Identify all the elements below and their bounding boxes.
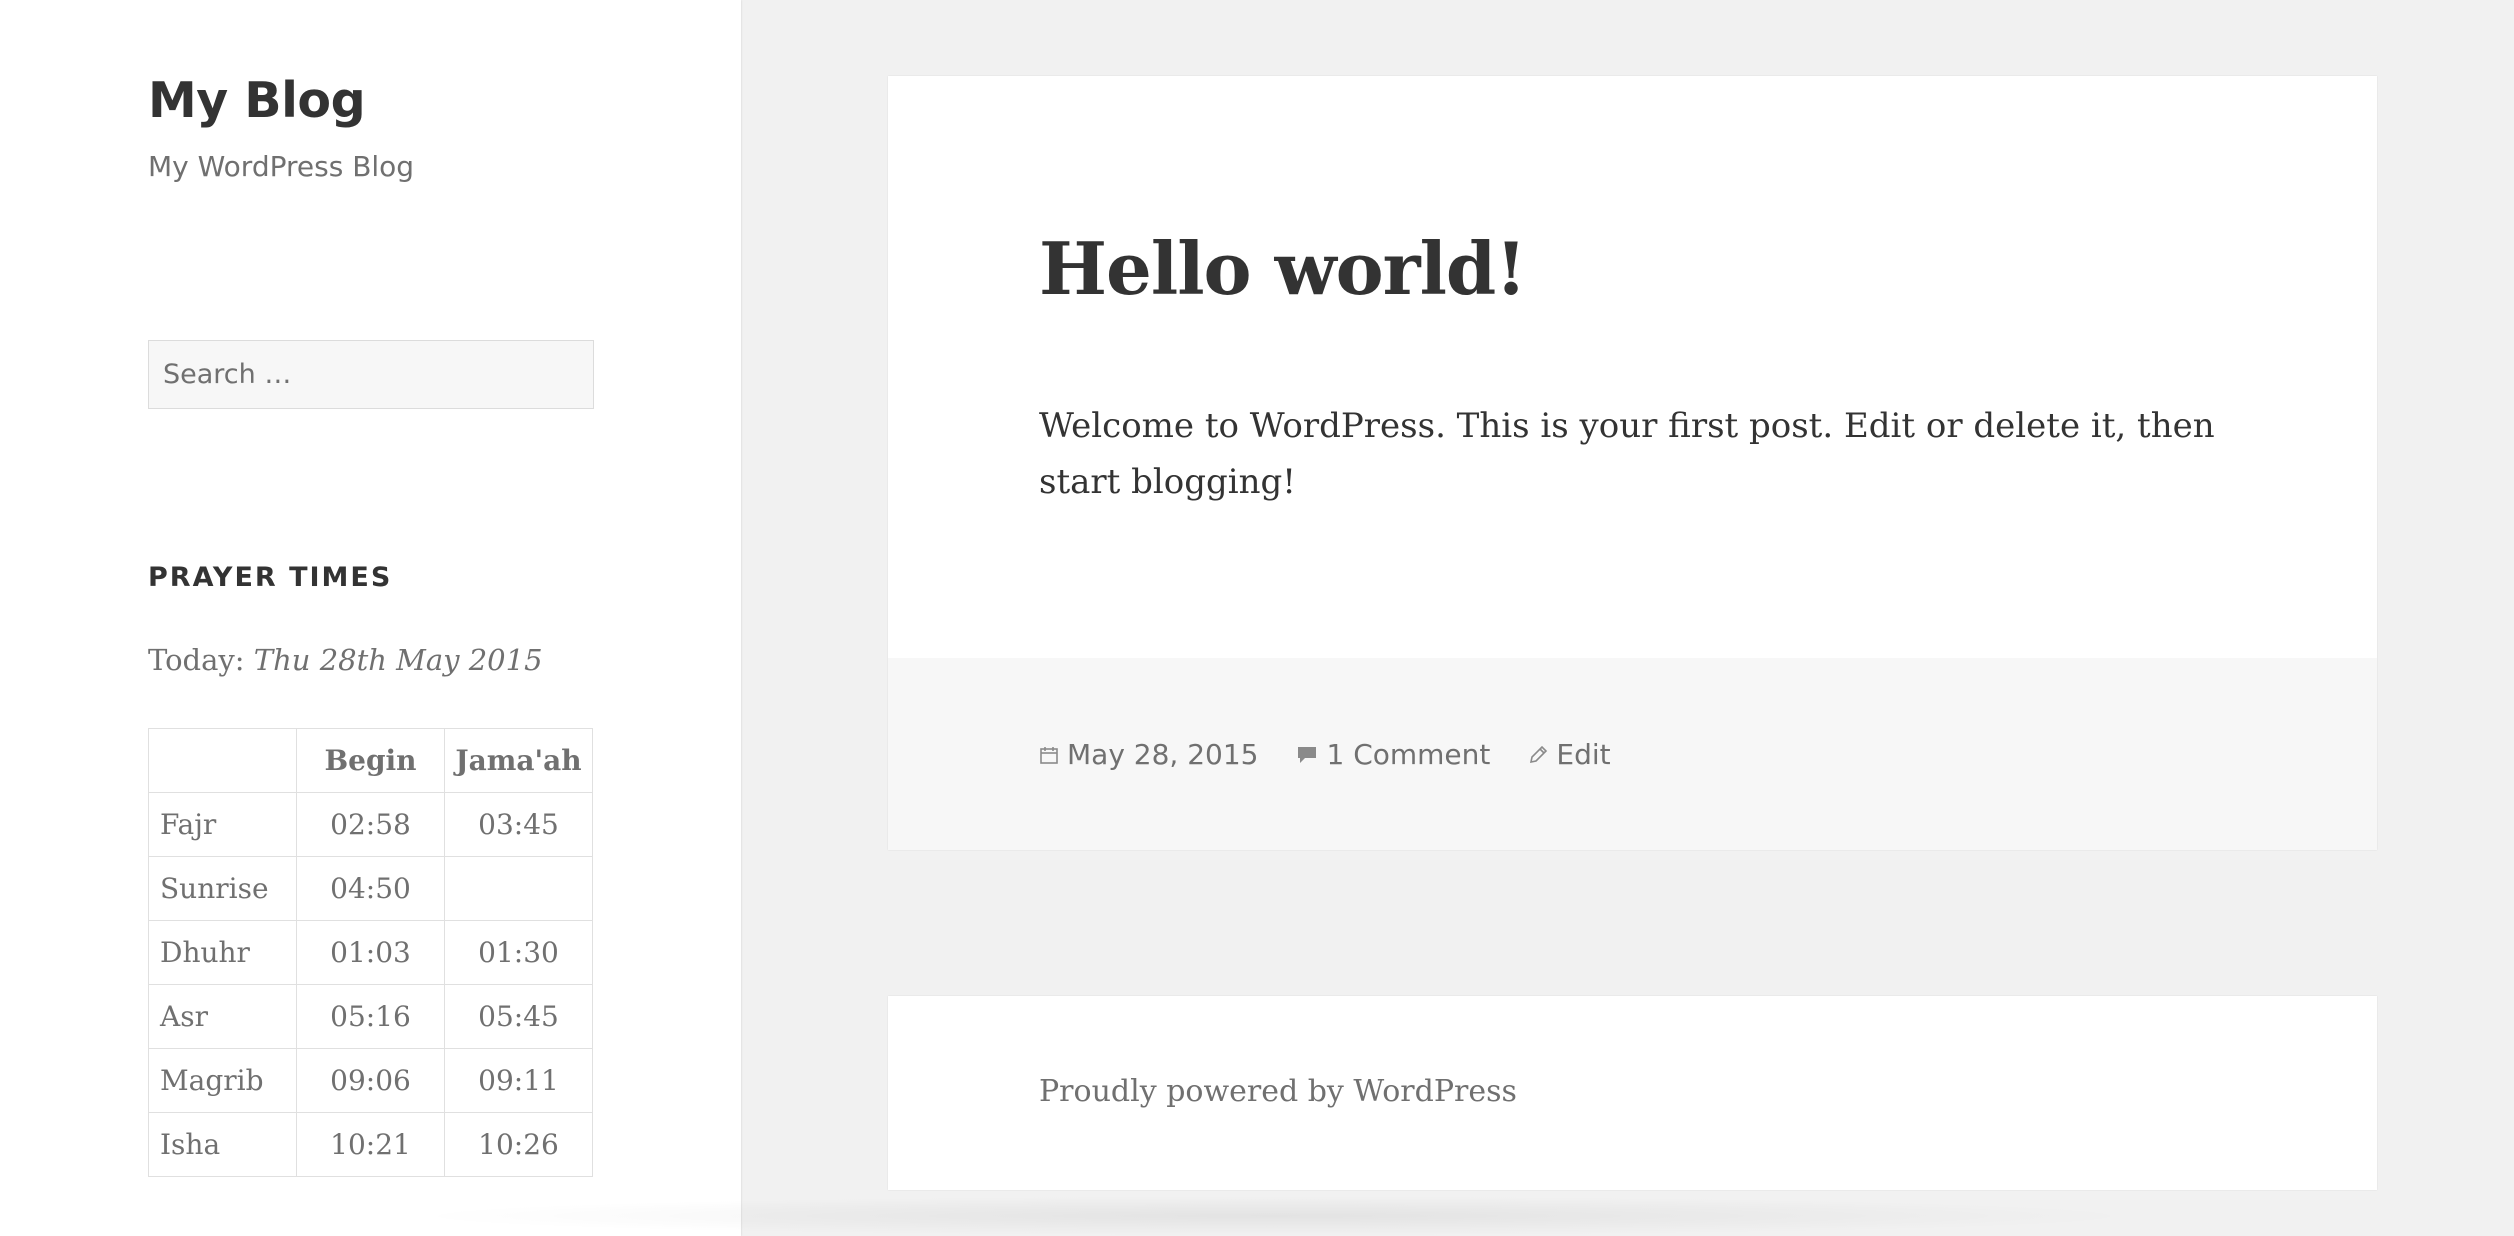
post-meta-footer: May 28, 2015 1 Comment Edit bbox=[888, 658, 2377, 850]
table-row: Asr 05:16 05:45 bbox=[148, 984, 593, 1049]
table-row: Dhuhr 01:03 01:30 bbox=[148, 920, 593, 985]
table-header-row: Begin Jama'ah bbox=[148, 728, 593, 793]
begin-time: 02:58 bbox=[296, 792, 445, 857]
table-header-cell: Begin bbox=[296, 728, 445, 793]
table-header-cell: Jama'ah bbox=[444, 728, 593, 793]
today-label: Today: bbox=[148, 643, 245, 677]
prayer-name: Asr bbox=[148, 984, 297, 1049]
table-row: Fajr 02:58 03:45 bbox=[148, 792, 593, 857]
prayer-name: Magrib bbox=[148, 1048, 297, 1113]
prayer-times-table: Begin Jama'ah Fajr 02:58 03:45 Sunrise 0… bbox=[148, 728, 593, 1177]
table-row: Magrib 09:06 09:11 bbox=[148, 1048, 593, 1113]
table-row: Sunrise 04:50 bbox=[148, 856, 593, 921]
comments-link[interactable]: 1 Comment bbox=[1326, 738, 1490, 771]
site-description: My WordPress Blog bbox=[148, 150, 415, 183]
prayer-name: Isha bbox=[148, 1112, 297, 1177]
site-title[interactable]: My Blog bbox=[148, 72, 366, 129]
table-row: Isha 10:21 10:26 bbox=[148, 1112, 593, 1177]
begin-time: 01:03 bbox=[296, 920, 445, 985]
prayer-name: Fajr bbox=[148, 792, 297, 857]
search-input[interactable] bbox=[148, 340, 594, 409]
today-date: Thu 28th May 2015 bbox=[253, 643, 543, 677]
calendar-icon bbox=[1039, 745, 1059, 765]
post-date-link[interactable]: May 28, 2015 bbox=[1067, 738, 1258, 771]
jamaah-time: 01:30 bbox=[444, 920, 593, 985]
prayer-name: Sunrise bbox=[148, 856, 297, 921]
sidebar: My Blog My WordPress Blog PRAYER TIMES T… bbox=[0, 0, 741, 1236]
jamaah-time: 05:45 bbox=[444, 984, 593, 1049]
begin-time: 04:50 bbox=[296, 856, 445, 921]
pencil-icon bbox=[1528, 745, 1548, 765]
jamaah-time bbox=[444, 856, 593, 921]
jamaah-time: 09:11 bbox=[444, 1048, 593, 1113]
table-header-cell bbox=[148, 728, 297, 793]
edit-link[interactable]: Edit bbox=[1556, 738, 1610, 771]
today-line: Today: Thu 28th May 2015 bbox=[148, 643, 543, 677]
comments-item: 1 Comment bbox=[1296, 738, 1490, 771]
post-card: Hello world! Welcome to WordPress. This … bbox=[888, 76, 2377, 850]
jamaah-time: 10:26 bbox=[444, 1112, 593, 1177]
prayer-times-widget-title: PRAYER TIMES bbox=[148, 562, 393, 593]
begin-time: 05:16 bbox=[296, 984, 445, 1049]
prayer-name: Dhuhr bbox=[148, 920, 297, 985]
begin-time: 10:21 bbox=[296, 1112, 445, 1177]
post-date-item: May 28, 2015 bbox=[1039, 738, 1258, 771]
post-body: Welcome to WordPress. This is your first… bbox=[1039, 406, 2215, 502]
post-title[interactable]: Hello world! bbox=[1039, 226, 1527, 311]
begin-time: 09:06 bbox=[296, 1048, 445, 1113]
site-footer: Proudly powered by WordPress bbox=[888, 996, 2377, 1190]
edit-item: Edit bbox=[1528, 738, 1611, 771]
powered-by-link[interactable]: Proudly powered by WordPress bbox=[1039, 1074, 1517, 1109]
post-meta: May 28, 2015 1 Comment Edit bbox=[1039, 738, 1649, 771]
bottom-shadow bbox=[400, 1196, 2150, 1236]
jamaah-time: 03:45 bbox=[444, 792, 593, 857]
comment-icon bbox=[1296, 745, 1318, 765]
